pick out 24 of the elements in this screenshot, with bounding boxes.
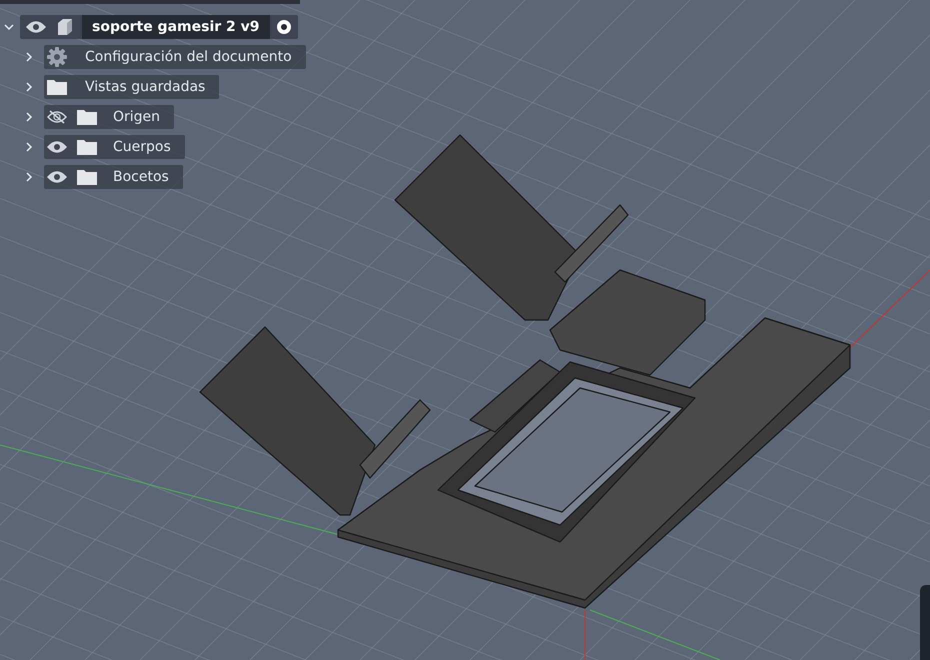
tree-item[interactable]: Vistas guardadas [44,75,220,99]
chevron-right-icon[interactable] [24,142,34,152]
folder-icon [47,79,67,95]
tree-root-row[interactable]: soporte gamesir 2 v9 [20,15,298,39]
tree-item[interactable]: Configuración del documento [44,45,306,69]
eye-icon[interactable] [47,140,67,154]
tree-item[interactable]: Origen [44,105,174,129]
tree-item[interactable]: Bocetos [44,165,183,189]
cube-icon [56,18,74,36]
chevron-right-icon[interactable] [24,112,34,122]
folder-icon [77,109,97,125]
eye-icon[interactable] [26,20,46,34]
eye-slash-icon[interactable] [47,110,67,124]
settings-icon [47,47,67,67]
chevron-down-icon[interactable] [4,22,14,32]
active-radio-icon[interactable] [276,20,291,34]
folder-icon [77,169,97,185]
eye-icon[interactable] [47,170,67,184]
chevron-right-icon[interactable] [24,82,34,92]
tree-item[interactable]: Cuerpos [44,135,185,159]
chevron-right-icon[interactable] [24,172,34,182]
folder-icon [77,139,97,155]
chevron-right-icon[interactable] [24,52,34,62]
component-title: soporte gamesir 2 v9 [82,15,270,39]
